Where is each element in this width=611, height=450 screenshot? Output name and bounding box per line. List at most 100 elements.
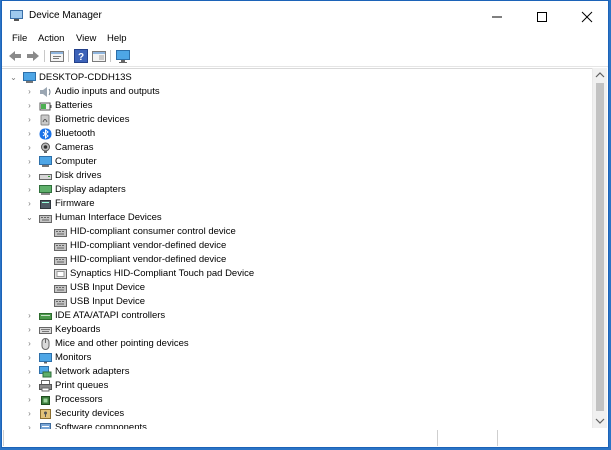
tree-category-mice-and-other-pointing-devices[interactable]: › Mice and other pointing devices	[2, 337, 582, 351]
camera-icon	[39, 142, 52, 154]
expand-chevron-icon[interactable]: ›	[25, 407, 34, 421]
tree-category-keyboards[interactable]: › Keyboards	[2, 323, 582, 337]
tree-device-item[interactable]: USB Input Device	[2, 281, 582, 295]
maximize-button[interactable]	[519, 1, 564, 31]
expand-chevron-icon[interactable]: ›	[25, 351, 34, 365]
expand-chevron-icon[interactable]: ›	[25, 99, 34, 113]
tree-item-label: USB Input Device	[70, 296, 145, 307]
computer-icon	[39, 156, 52, 168]
close-icon	[581, 11, 593, 23]
mouse-icon	[39, 338, 52, 350]
toolbar: ?	[2, 46, 608, 67]
tree-category-human-interface-devices[interactable]: ⌄ Human Interface Devices	[2, 211, 582, 225]
scroll-thumb[interactable]	[596, 83, 604, 411]
tree-item-label: Network adapters	[55, 366, 130, 377]
tree-category-batteries[interactable]: › Batteries	[2, 99, 582, 113]
device-tree[interactable]: ⌄ DESKTOP-CDDH13S › Audio inputs and outp…	[2, 68, 594, 429]
expand-chevron-icon[interactable]: ›	[25, 113, 34, 127]
tree-category-print-queues[interactable]: › Print queues	[2, 379, 582, 393]
properties-button[interactable]	[49, 48, 65, 64]
tree-category-cameras[interactable]: › Cameras	[2, 141, 582, 155]
tree-category-audio-inputs-and-outputs[interactable]: › Audio inputs and outputs	[2, 85, 582, 99]
tree-device-item[interactable]: HID-compliant vendor-defined device	[2, 239, 582, 253]
menu-file[interactable]: File	[8, 31, 31, 46]
tree-category-bluetooth[interactable]: › Bluetooth	[2, 127, 582, 141]
expand-chevron-icon[interactable]: ›	[25, 393, 34, 407]
hid-device-icon	[54, 226, 67, 238]
tree-item-label: Mice and other pointing devices	[55, 338, 189, 349]
expand-chevron-icon[interactable]: ›	[25, 337, 34, 351]
speaker-icon	[39, 86, 52, 98]
collapse-chevron-icon[interactable]: ⌄	[9, 71, 18, 85]
monitor-button[interactable]	[115, 48, 131, 64]
tree-category-monitors[interactable]: › Monitors	[2, 351, 582, 365]
expand-chevron-icon[interactable]: ›	[25, 141, 34, 155]
tree-category-security-devices[interactable]: › Security devices	[2, 407, 582, 421]
expand-chevron-icon[interactable]: ›	[25, 183, 34, 197]
tree-item-label: Software components	[55, 422, 147, 429]
scan-changes-button[interactable]	[91, 48, 107, 64]
status-segment	[3, 430, 438, 446]
vertical-scrollbar[interactable]	[592, 68, 607, 428]
menu-action[interactable]: Action	[34, 31, 68, 46]
computer-icon	[23, 72, 36, 84]
tree-item-label: Biometric devices	[55, 114, 130, 125]
tree-item-label: HID-compliant vendor-defined device	[70, 240, 227, 251]
tree-category-firmware[interactable]: › Firmware	[2, 197, 582, 211]
tree-device-item[interactable]: Synaptics HID-Compliant Touch pad Device	[2, 267, 582, 281]
collapse-chevron-icon[interactable]: ⌄	[25, 211, 34, 225]
tree-category-processors[interactable]: › Processors	[2, 393, 582, 407]
minimize-icon	[492, 16, 502, 18]
expand-chevron-icon[interactable]: ›	[25, 309, 34, 323]
device-manager-window: Device Manager File Action View Help ? ⌄…	[1, 0, 609, 448]
expand-chevron-icon[interactable]: ›	[25, 155, 34, 169]
tree-category-ide-ata-atapi-controllers[interactable]: › IDE ATA/ATAPI controllers	[2, 309, 582, 323]
tree-item-label: IDE ATA/ATAPI controllers	[55, 310, 166, 321]
scroll-up-icon[interactable]	[593, 68, 607, 82]
tree-category-biometric-devices[interactable]: › Biometric devices	[2, 113, 582, 127]
toolbar-separator	[68, 50, 69, 62]
tree-category-display-adapters[interactable]: › Display adapters	[2, 183, 582, 197]
tree-item-label: HID-compliant vendor-defined device	[70, 254, 227, 265]
menu-bar: File Action View Help	[2, 31, 608, 46]
menu-view[interactable]: View	[72, 31, 100, 46]
expand-chevron-icon[interactable]: ›	[25, 421, 34, 429]
tree-category-software-components[interactable]: › Software components	[2, 421, 582, 429]
back-icon	[9, 51, 21, 61]
help-button[interactable]: ?	[73, 48, 89, 64]
close-button[interactable]	[564, 1, 609, 31]
menu-help[interactable]: Help	[103, 31, 131, 46]
software-icon	[39, 422, 52, 429]
tree-device-item[interactable]: HID-compliant consumer control device	[2, 225, 582, 239]
expand-chevron-icon[interactable]: ›	[25, 323, 34, 337]
expand-chevron-icon[interactable]: ›	[25, 85, 34, 99]
tree-category-computer[interactable]: › Computer	[2, 155, 582, 169]
printer-icon	[39, 380, 52, 392]
expand-chevron-icon[interactable]: ›	[25, 379, 34, 393]
title-bar[interactable]: Device Manager	[2, 1, 608, 31]
tree-item-label: Bluetooth	[55, 128, 96, 139]
battery-icon	[39, 100, 52, 112]
back-button[interactable]	[7, 48, 23, 64]
expand-chevron-icon[interactable]: ›	[25, 127, 34, 141]
tree-category-disk-drives[interactable]: › Disk drives	[2, 169, 582, 183]
tree-item-label: Audio inputs and outputs	[55, 86, 160, 97]
tree-device-item[interactable]: HID-compliant vendor-defined device	[2, 253, 582, 267]
tree-item-label: Print queues	[55, 380, 109, 391]
tree-item-label: Firmware	[55, 198, 95, 209]
hid-device-icon	[54, 254, 67, 266]
tree-category-network-adapters[interactable]: › Network adapters	[2, 365, 582, 379]
tree-device-item[interactable]: USB Input Device	[2, 295, 582, 309]
expand-chevron-icon[interactable]: ›	[25, 197, 34, 211]
tree-root[interactable]: ⌄ DESKTOP-CDDH13S	[2, 71, 582, 85]
expand-chevron-icon[interactable]: ›	[25, 169, 34, 183]
toolbar-separator	[110, 50, 111, 62]
touchpad-icon	[54, 268, 67, 280]
expand-chevron-icon[interactable]: ›	[25, 365, 34, 379]
status-segment	[437, 430, 498, 446]
forward-button[interactable]	[25, 48, 41, 64]
minimize-button[interactable]	[474, 1, 519, 31]
ide-icon	[39, 310, 52, 322]
scroll-down-icon[interactable]	[593, 414, 607, 428]
properties-icon	[50, 51, 64, 62]
